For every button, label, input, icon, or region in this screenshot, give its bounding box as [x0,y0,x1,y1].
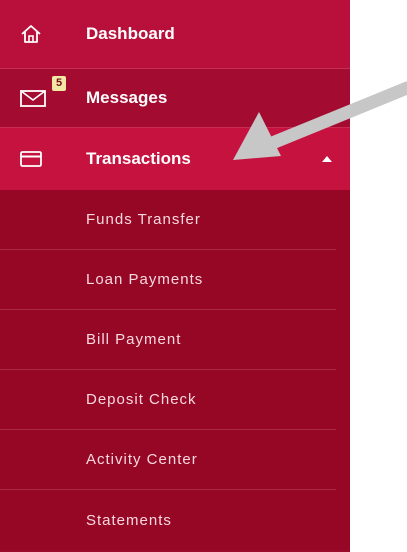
home-icon [20,20,54,48]
submenu-item-bill-payment[interactable]: Bill Payment [0,310,336,370]
submenu-item-statements[interactable]: Statements [0,490,336,550]
nav-label-dashboard: Dashboard [86,24,175,43]
submenu-item-loan-payments[interactable]: Loan Payments [0,250,336,310]
submenu-item-activity-center[interactable]: Activity Center [0,430,336,490]
caret-up-icon[interactable] [322,156,332,162]
nav-item-messages[interactable]: 5 Messages [0,69,350,128]
submenu-item-deposit-check[interactable]: Deposit Check [0,370,336,430]
nav-item-transactions[interactable]: Transactions [0,128,350,190]
nav-label-messages: Messages [86,88,168,107]
sidebar-nav: Dashboard 5 Messages Transactions Funds … [0,0,350,552]
submenu-item-funds-transfer[interactable]: Funds Transfer [0,190,336,250]
transactions-submenu: Funds Transfer Loan Payments Bill Paymen… [0,190,350,550]
nav-label-transactions: Transactions [86,149,191,168]
card-icon [20,145,54,173]
messages-count-badge: 5 [52,76,67,91]
nav-item-dashboard[interactable]: Dashboard [0,0,350,69]
envelope-icon: 5 [20,76,67,112]
